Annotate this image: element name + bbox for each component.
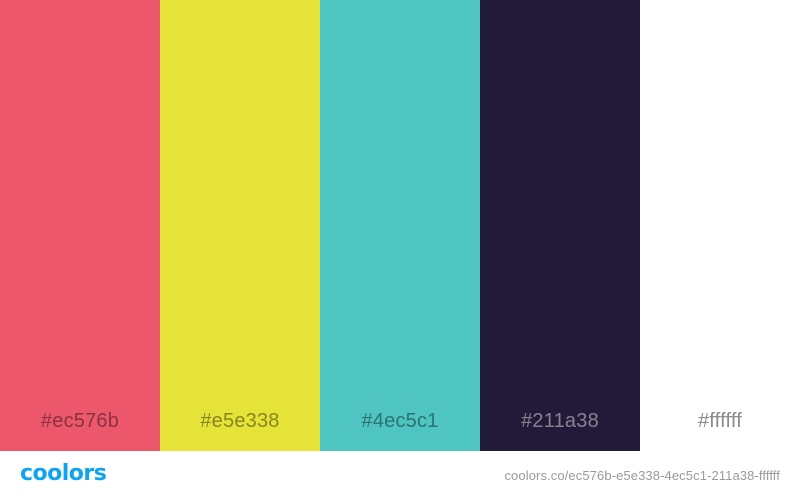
- footer-bar: coolors coolors.co/ec576b-e5e338-4ec5c1-…: [0, 451, 800, 500]
- swatch-3[interactable]: #4ec5c1: [320, 0, 480, 451]
- swatch-3-hex-label[interactable]: #4ec5c1: [320, 410, 480, 433]
- color-palette: #ec576b #e5e338 #4ec5c1 #211a38 #ffffff: [0, 0, 800, 451]
- swatch-4[interactable]: #211a38: [480, 0, 640, 451]
- swatch-5-hex-label[interactable]: #ffffff: [640, 410, 800, 433]
- swatch-5[interactable]: #ffffff: [640, 0, 800, 451]
- palette-url-link[interactable]: coolors.co/ec576b-e5e338-4ec5c1-211a38-f…: [504, 468, 780, 483]
- swatch-4-hex-label[interactable]: #211a38: [480, 410, 640, 433]
- swatch-2[interactable]: #e5e338: [160, 0, 320, 451]
- swatch-1[interactable]: #ec576b: [0, 0, 160, 451]
- swatch-2-hex-label[interactable]: #e5e338: [160, 410, 320, 433]
- swatch-1-hex-label[interactable]: #ec576b: [0, 410, 160, 433]
- coolors-logo[interactable]: coolors: [20, 461, 107, 486]
